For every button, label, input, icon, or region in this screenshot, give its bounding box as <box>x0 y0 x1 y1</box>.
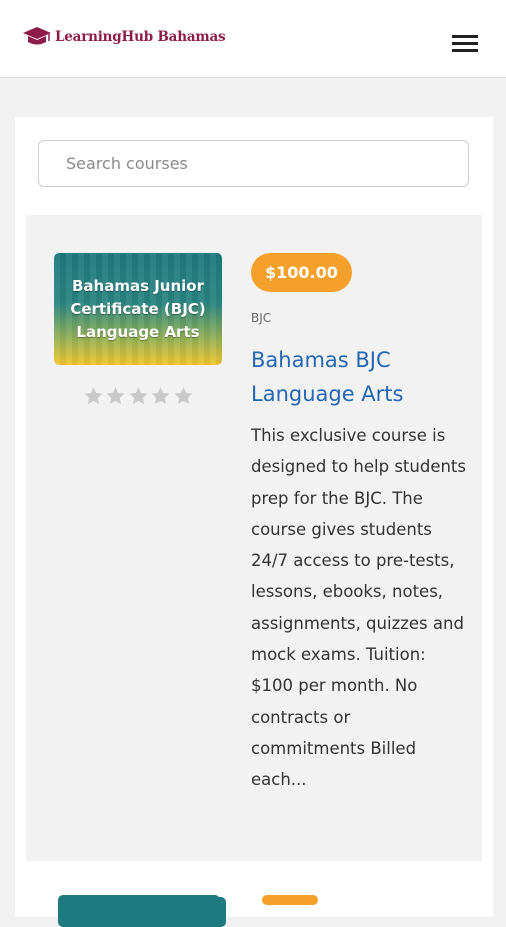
star-icon <box>105 385 128 407</box>
app-header: LearningHub Bahamas <box>0 0 506 78</box>
next-course-price-peek <box>262 895 318 905</box>
brand-logo[interactable]: LearningHub Bahamas <box>22 26 226 48</box>
brand-name: LearningHub Bahamas <box>55 29 226 45</box>
course-card[interactable]: Bahamas Junior Certificate (BJC) Languag… <box>26 215 482 861</box>
course-title-link[interactable]: Bahamas BJC Language Arts <box>251 343 461 411</box>
next-course-thumbnail-peek[interactable] <box>58 895 220 905</box>
course-thumbnail-text: Bahamas Junior Certificate (BJC) Languag… <box>70 276 206 341</box>
star-icon <box>82 385 105 407</box>
star-icon <box>127 385 150 407</box>
courses-panel: Bahamas Junior Certificate (BJC) Languag… <box>15 117 493 927</box>
graduation-cap-icon <box>23 27 51 45</box>
course-description: This exclusive course is designed to hel… <box>251 426 466 790</box>
search-input[interactable] <box>38 140 469 187</box>
hamburger-menu-icon[interactable] <box>452 34 478 54</box>
course-rating <box>82 385 195 407</box>
star-icon <box>172 385 195 407</box>
course-category[interactable]: BJC <box>251 311 271 325</box>
star-icon <box>150 385 173 407</box>
price-badge: $100.00 <box>251 253 352 292</box>
course-thumbnail[interactable]: Bahamas Junior Certificate (BJC) Languag… <box>54 253 222 365</box>
